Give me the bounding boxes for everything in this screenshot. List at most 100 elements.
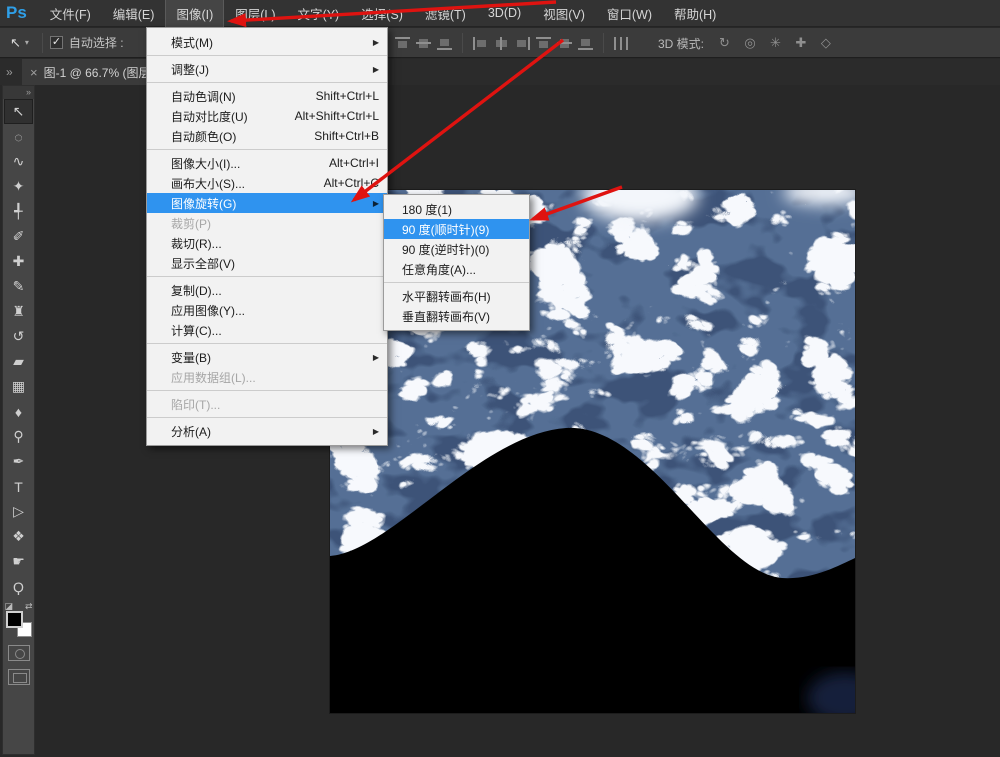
gradient-tool[interactable]: ▦ bbox=[4, 374, 33, 399]
menu-item-variables[interactable]: 变量(B) ▶ bbox=[147, 347, 387, 367]
align-top-edges-icon[interactable] bbox=[395, 37, 410, 50]
divider bbox=[42, 33, 43, 53]
3d-drag-icon[interactable]: ✳ bbox=[770, 35, 781, 50]
menu-item-label: 计算(C)... bbox=[171, 322, 222, 339]
menu-item-shortcut: Alt+Ctrl+C bbox=[324, 176, 379, 190]
image-menu-dropdown: 模式(M) ▶ 调整(J) ▶ 自动色调(N) Shift+Ctrl+L 自动对… bbox=[146, 27, 388, 446]
close-icon[interactable]: × bbox=[30, 65, 38, 80]
menu-item-label: 显示全部(V) bbox=[171, 255, 235, 272]
quick-mask-button[interactable] bbox=[8, 645, 30, 661]
pen-tool[interactable]: ✒ bbox=[4, 449, 33, 474]
submenu-item-flip-vertical[interactable]: 垂直翻转画布(V) bbox=[384, 306, 529, 326]
menu-item-shortcut: Alt+Shift+Ctrl+L bbox=[295, 109, 379, 123]
brush-tool[interactable]: ✎ bbox=[4, 274, 33, 299]
menu-edit[interactable]: 编辑(E) bbox=[102, 0, 166, 28]
menu-separator bbox=[147, 55, 387, 56]
menu-file[interactable]: 文件(F) bbox=[39, 0, 102, 28]
divider bbox=[603, 33, 604, 53]
menu-item-apply-data-set: 应用数据组(L)... bbox=[147, 367, 387, 387]
3d-roll-icon[interactable]: ◎ bbox=[744, 35, 755, 50]
menu-item-auto-contrast[interactable]: 自动对比度(U) Alt+Shift+Ctrl+L bbox=[147, 106, 387, 126]
menu-item-mode[interactable]: 模式(M) ▶ bbox=[147, 32, 387, 52]
3d-rotate-icon[interactable]: ↻ bbox=[719, 35, 730, 50]
marquee-tool[interactable]: ◌ bbox=[4, 124, 33, 149]
submenu-arrow-icon: ▶ bbox=[373, 353, 379, 362]
move-tool-preset[interactable]: ↖ ▾ bbox=[0, 35, 35, 51]
submenu-item-flip-horizontal[interactable]: 水平翻转画布(H) bbox=[384, 286, 529, 306]
menu-item-shortcut: Alt+Ctrl+I bbox=[329, 156, 379, 170]
type-tool[interactable]: T bbox=[4, 474, 33, 499]
eraser-tool[interactable]: ▰ bbox=[4, 349, 33, 374]
submenu-item-90-cw[interactable]: 90 度(顺时针)(9) bbox=[384, 219, 529, 239]
menu-item-auto-tone[interactable]: 自动色调(N) Shift+Ctrl+L bbox=[147, 86, 387, 106]
history-brush-tool[interactable]: ↺ bbox=[4, 324, 33, 349]
hand-tool[interactable]: ☛ bbox=[4, 549, 33, 574]
path-selection-tool[interactable]: ▷ bbox=[4, 499, 33, 524]
menu-item-auto-color[interactable]: 自动颜色(O) Shift+Ctrl+B bbox=[147, 126, 387, 146]
quick-selection-tool[interactable]: ✦ bbox=[4, 174, 33, 199]
distribute-bottom-edges-icon[interactable] bbox=[578, 37, 593, 50]
tab-overflow-icon[interactable]: » bbox=[6, 65, 13, 79]
menu-item-analysis[interactable]: 分析(A) ▶ bbox=[147, 421, 387, 441]
swap-colors-icon[interactable]: ⇄ bbox=[25, 601, 33, 612]
crop-tool[interactable]: ╃ bbox=[4, 199, 33, 224]
menu-bar: Ps 文件(F) 编辑(E) 图像(I) 图层(L) 文字(Y) 选择(S) 滤… bbox=[0, 0, 1000, 27]
submenu-item-arbitrary[interactable]: 任意角度(A)... bbox=[384, 259, 529, 279]
mode-3d-label: 3D 模式: bbox=[658, 35, 704, 52]
distribute-horizontal-icon[interactable] bbox=[614, 37, 629, 50]
dodge-tool[interactable]: ⚲ bbox=[4, 424, 33, 449]
auto-select-checkbox[interactable]: ✓ bbox=[50, 36, 63, 49]
menu-item-trim[interactable]: 裁切(R)... bbox=[147, 233, 387, 253]
tools-collapse-icon[interactable]: » bbox=[3, 86, 34, 99]
custom-shape-tool[interactable]: ❖ bbox=[4, 524, 33, 549]
blur-tool[interactable]: ♦ bbox=[4, 399, 33, 424]
menu-item-reveal-all[interactable]: 显示全部(V) bbox=[147, 253, 387, 273]
submenu-item-90-ccw[interactable]: 90 度(逆时针)(0) bbox=[384, 239, 529, 259]
menu-separator bbox=[147, 82, 387, 83]
menu-item-adjustments[interactable]: 调整(J) ▶ bbox=[147, 59, 387, 79]
menu-type[interactable]: 文字(Y) bbox=[287, 0, 351, 28]
align-right-edges-icon[interactable] bbox=[515, 37, 530, 50]
image-rotation-submenu: 180 度(1) 90 度(顺时针)(9) 90 度(逆时针)(0) 任意角度(… bbox=[383, 194, 530, 331]
menu-item-duplicate[interactable]: 复制(D)... bbox=[147, 280, 387, 300]
menu-item-label: 裁切(R)... bbox=[171, 235, 222, 252]
auto-select-label: 自动选择 : bbox=[69, 34, 124, 51]
move-tool[interactable]: ↖ bbox=[4, 99, 33, 124]
distribute-top-edges-icon[interactable] bbox=[536, 37, 551, 50]
distribute-vertical-centers-icon[interactable] bbox=[557, 37, 572, 50]
quick-selection-tool-icon: ✦ bbox=[13, 178, 25, 195]
menu-item-label: 水平翻转画布(H) bbox=[402, 288, 491, 305]
gradient-tool-icon: ▦ bbox=[12, 378, 25, 395]
menu-image[interactable]: 图像(I) bbox=[165, 0, 224, 28]
align-vertical-centers-icon[interactable] bbox=[416, 37, 431, 50]
align-horizontal-centers-icon[interactable] bbox=[494, 37, 509, 50]
menu-select[interactable]: 选择(S) bbox=[350, 0, 414, 28]
3d-slide-icon[interactable]: ✚ bbox=[796, 35, 807, 50]
menu-view[interactable]: 视图(V) bbox=[532, 0, 596, 28]
align-bottom-edges-icon[interactable] bbox=[437, 37, 452, 50]
clone-stamp-tool[interactable]: ♜ bbox=[4, 299, 33, 324]
menu-item-image-size[interactable]: 图像大小(I)... Alt+Ctrl+I bbox=[147, 153, 387, 173]
menu-separator bbox=[147, 417, 387, 418]
menu-item-calculations[interactable]: 计算(C)... bbox=[147, 320, 387, 340]
healing-brush-tool[interactable]: ✚ bbox=[4, 249, 33, 274]
menu-3d[interactable]: 3D(D) bbox=[477, 1, 532, 25]
menu-help[interactable]: 帮助(H) bbox=[663, 0, 727, 28]
menu-separator bbox=[147, 276, 387, 277]
3d-scale-icon[interactable]: ◇ bbox=[821, 35, 831, 50]
menu-filter[interactable]: 滤镜(T) bbox=[414, 0, 477, 28]
menu-item-image-rotation[interactable]: 图像旋转(G) ▶ bbox=[147, 193, 387, 213]
lasso-tool-icon: ∿ bbox=[13, 153, 25, 170]
lasso-tool[interactable]: ∿ bbox=[4, 149, 33, 174]
zoom-tool[interactable]: Ϙ bbox=[4, 574, 33, 599]
menu-item-canvas-size[interactable]: 画布大小(S)... Alt+Ctrl+C bbox=[147, 173, 387, 193]
eyedropper-tool[interactable]: ✐ bbox=[4, 224, 33, 249]
menu-window[interactable]: 窗口(W) bbox=[596, 0, 663, 28]
foreground-color-swatch[interactable] bbox=[6, 611, 23, 628]
submenu-item-180[interactable]: 180 度(1) bbox=[384, 199, 529, 219]
menu-layer[interactable]: 图层(L) bbox=[224, 0, 286, 28]
menu-item-apply-image[interactable]: 应用图像(Y)... bbox=[147, 300, 387, 320]
menu-item-label: 裁剪(P) bbox=[171, 215, 211, 232]
screen-mode-button[interactable] bbox=[8, 669, 30, 685]
align-left-edges-icon[interactable] bbox=[473, 37, 488, 50]
